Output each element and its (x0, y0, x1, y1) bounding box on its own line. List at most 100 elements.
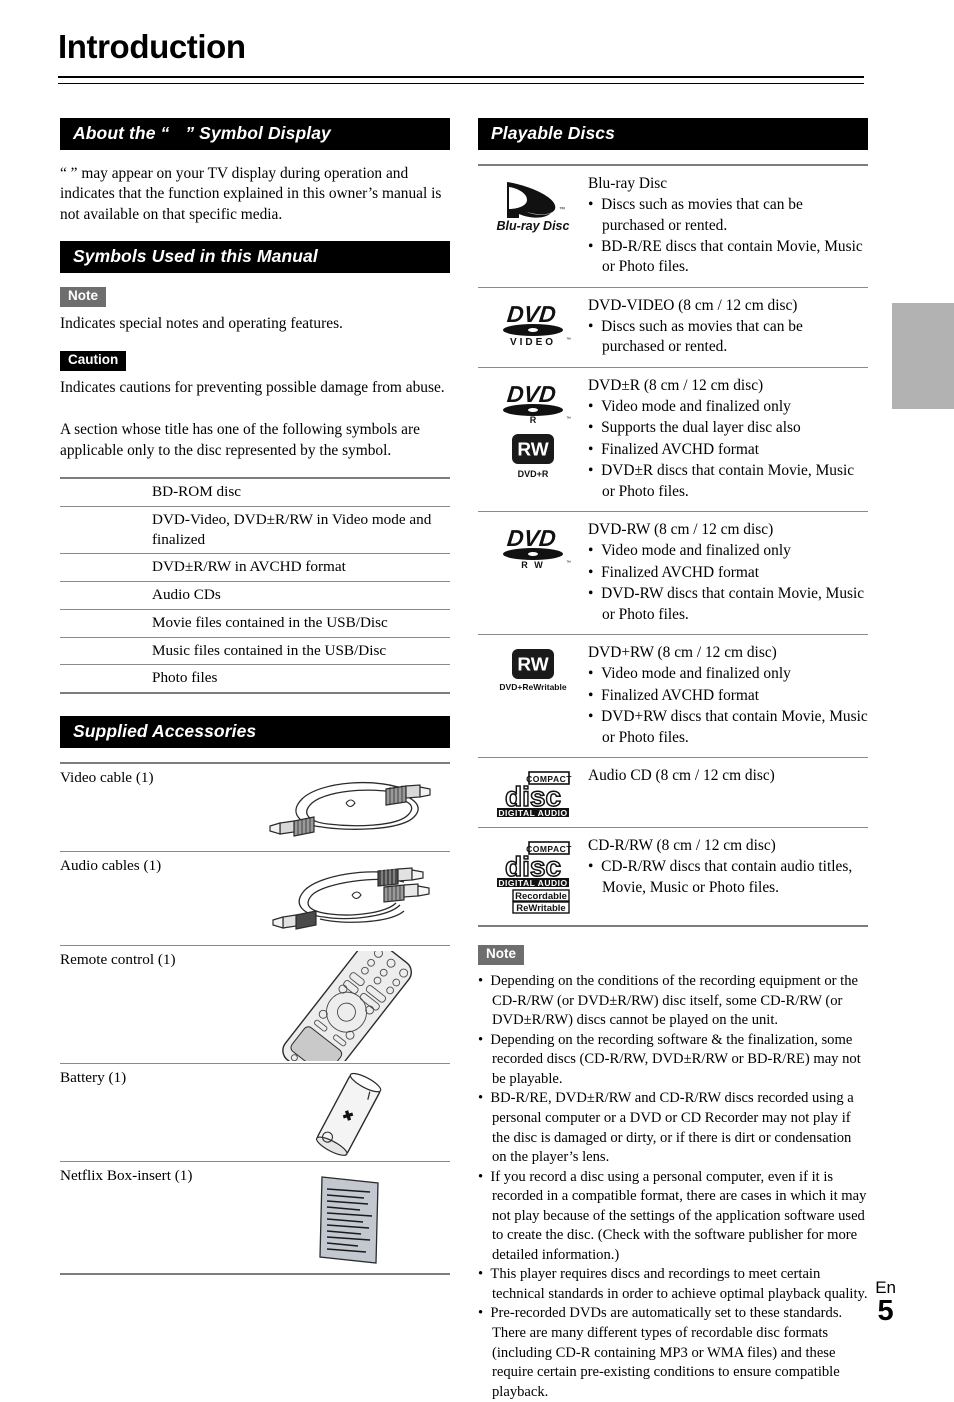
disc-bullet-list: Video mode and finalized only Supports t… (588, 397, 868, 502)
table-row: COMPACT disc DIGITAL AUDIO Recordable Re… (478, 827, 868, 928)
document-insert-illustration (250, 1161, 450, 1276)
symbol-cell (60, 581, 146, 610)
table-row: COMPACT disc DIGITAL AUDIO Audio CD (8 c… (478, 757, 868, 828)
table-row: Battery (1) ✖ (60, 1063, 450, 1162)
list-item: DVD+RW discs that contain Movie, Music o… (588, 707, 868, 748)
disc-title: DVD+RW (8 cm / 12 cm disc) (588, 644, 777, 662)
disc-bullet-list: Discs such as movies that can be purchas… (588, 195, 868, 278)
audio-cable-icon (272, 867, 430, 930)
list-item: Finalized AVCHD format (588, 440, 868, 460)
disc-bullet-list: CD-R/RW discs that contain audio titles,… (588, 857, 868, 898)
svg-text:DVD: DVD (506, 525, 557, 551)
accessories-table-body: Video cable (1) Audio cables (1) Remote … (60, 762, 450, 1276)
compact-disc-digital-audio-logo: COMPACT disc DIGITAL AUDIO (478, 757, 588, 828)
video-cable-illustration (250, 762, 450, 852)
disc-bullet-list: Video mode and finalized only Finalized … (588, 541, 868, 625)
heading-text-before: About the “ (73, 123, 170, 143)
table-row: Audio cables (1) (60, 851, 450, 946)
list-item: Supports the dual layer disc also (588, 418, 868, 438)
cable-tie (351, 891, 362, 900)
disc-description: Audio CD (8 cm / 12 cm disc) (588, 757, 868, 828)
list-item: If you record a disc using a personal co… (478, 1168, 868, 1266)
table-row: ™ Blu-ray Disc Blu-ray Disc Discs such a… (478, 163, 868, 288)
list-item: Finalized AVCHD format (588, 563, 868, 583)
rw-logo-caption: DVD+R (518, 469, 549, 479)
rewritable-badge: ReWritable (516, 903, 565, 914)
dvd-rw-logo: DVD R W ™ (478, 511, 588, 635)
symbol-display-paragraph: “ ” may appear on your TV display during… (60, 165, 442, 223)
caution-description: Indicates cautions for preventing possib… (60, 378, 445, 396)
table-row: Movie files contained in the USB/Disc (60, 608, 450, 638)
table-row: Video cable (1) (60, 762, 450, 852)
rca-plug-left (269, 816, 315, 837)
disc-title: Blu-ray Disc (588, 175, 668, 192)
symbol-cell (60, 664, 146, 695)
svg-text:™: ™ (566, 560, 571, 566)
rw-logo-caption: DVD+ReWritable (499, 682, 566, 692)
section-heading-symbols-used: Symbols Used in this Manual (60, 241, 450, 274)
right-column: Playable Discs ™ Blu-ray Disc Blu-ray Di… (478, 118, 868, 1402)
note-description: Indicates special notes and operating fe… (60, 315, 343, 333)
disc-description: CD-R/RW (8 cm / 12 cm disc) CD-R/RW disc… (588, 827, 868, 928)
disc-description: DVD±R (8 cm / 12 cm disc) Video mode and… (588, 366, 868, 512)
audio-cable-illustration (250, 851, 450, 946)
compact-disc-recordable-rewritable-logo: COMPACT disc DIGITAL AUDIO Recordable Re… (478, 827, 588, 928)
list-item: Depending on the recording software & th… (478, 1031, 868, 1090)
list-item: Finalized AVCHD format (588, 686, 868, 706)
table-row: RW DVD+ReWritable DVD+RW (8 cm / 12 cm d… (478, 634, 868, 758)
table-row: Remote control (1) (60, 945, 450, 1064)
remote-control-icon (282, 951, 412, 1062)
dvd-video-logo: DVD VIDEO ™ (478, 286, 588, 368)
battery-illustration: ✖ (250, 1063, 450, 1162)
note-badge: Note (60, 287, 106, 308)
disc-description: DVD-VIDEO (8 cm / 12 cm disc) Discs such… (588, 286, 868, 368)
svg-text:Blu-ray Disc: Blu-ray Disc (497, 219, 570, 233)
svg-text:DIGITAL AUDIO: DIGITAL AUDIO (498, 878, 567, 888)
compact-disc-recordable-icon: COMPACT disc DIGITAL AUDIO Recordable Re… (497, 841, 572, 914)
note-bullet-list: Depending on the conditions of the recor… (478, 972, 868, 1402)
symbol-cell (60, 505, 146, 554)
svg-text:™: ™ (566, 416, 571, 422)
cable-tie (345, 799, 356, 808)
caution-badge: Caution (60, 350, 127, 371)
accessory-label: Battery (1) (60, 1063, 250, 1162)
disc-bullet-list: Discs such as movies that can be purchas… (588, 317, 868, 358)
rw-rewritable-icon: RW DVD+ReWritable (499, 649, 567, 692)
page-footer: En 5 (875, 1279, 896, 1326)
list-item: DVD±R discs that contain Movie, Music or… (588, 461, 868, 502)
note-block: Note Indicates special notes and operati… (60, 287, 450, 334)
symbols-table-body: BD-ROM disc DVD-Video, DVD±R/RW in Video… (60, 477, 450, 695)
table-row: Netflix Box-insert (1) (60, 1161, 450, 1276)
symbol-description: Movie files contained in the USB/Disc (146, 608, 450, 638)
left-column: About the “ ” Symbol Display “ ” may appe… (60, 118, 450, 1276)
list-item: This player requires discs and recording… (478, 1265, 868, 1304)
svg-text:VIDEO: VIDEO (510, 337, 556, 348)
compact-disc-icon: COMPACT disc DIGITAL AUDIO (497, 771, 572, 818)
accessory-label: Netflix Box-insert (1) (60, 1161, 250, 1276)
list-item: Pre-recorded DVDs are automatically set … (478, 1304, 868, 1402)
list-item: Discs such as movies that can be purchas… (588, 195, 868, 236)
symbol-description: Music files contained in the USB/Disc (146, 636, 450, 665)
symbol-description: DVD-Video, DVD±R/RW in Video mode and fi… (146, 505, 450, 554)
dvd-video-icon: DVD VIDEO ™ (503, 301, 571, 348)
section-heading-supplied-accessories: Supplied Accessories (60, 716, 450, 749)
footer-page-number: 5 (877, 1294, 894, 1327)
heading-text-after: ” Symbol Display (185, 123, 331, 143)
table-row: Audio CDs (60, 581, 450, 610)
chapter-thumb-tab (892, 303, 954, 409)
svg-text:™: ™ (566, 337, 571, 343)
list-item: Video mode and finalized only (588, 664, 868, 684)
svg-text:DVD: DVD (506, 301, 557, 327)
symbol-description: Audio CDs (146, 581, 450, 610)
blu-ray-disc-logo: ™ Blu-ray Disc (478, 163, 588, 288)
rca-plug-white (383, 883, 430, 903)
disc-title: CD-R/RW (8 cm / 12 cm disc) (588, 837, 776, 855)
list-item: BD-R/RE discs that contain Movie, Music … (588, 237, 868, 278)
svg-text:™: ™ (559, 206, 565, 213)
table-row: DVD-Video, DVD±R/RW in Video mode and fi… (60, 505, 450, 554)
table-row: Music files contained in the USB/Disc (60, 636, 450, 665)
dvd-r-icon: DVD R ™ (503, 381, 571, 425)
rw-logo-icon: RW DVD+R (512, 433, 554, 479)
list-item: Video mode and finalized only (588, 397, 868, 417)
playable-discs-note-block: Note Depending on the conditions of the … (478, 945, 868, 1402)
